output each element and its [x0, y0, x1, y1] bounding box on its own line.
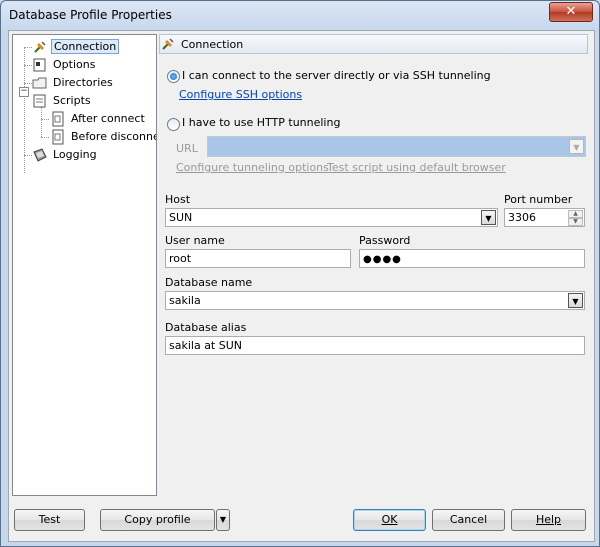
configure-ssh-link[interactable]: Configure SSH options — [179, 88, 302, 101]
tree-line — [41, 119, 49, 120]
username-label: User name — [165, 234, 225, 247]
url-label: URL — [176, 142, 198, 155]
port-value: 3306 — [508, 211, 536, 224]
chevron-down-icon[interactable]: ▼ — [481, 210, 496, 225]
host-combobox[interactable]: SUN ▼ — [165, 208, 498, 227]
radio-direct-label[interactable]: I can connect to the server directly or … — [182, 69, 491, 82]
copy-profile-button[interactable]: Copy profile — [100, 509, 215, 531]
connection-plug-icon — [32, 39, 48, 55]
dialog-window: Database Profile Properties ✕ Connection — [0, 0, 600, 547]
test-button[interactable]: Test — [14, 509, 85, 531]
alias-input[interactable]: sakila at SUN — [165, 336, 585, 355]
tree-item-label: Connection — [51, 39, 120, 54]
tree-line — [41, 137, 49, 138]
tree-item-connection[interactable]: Connection — [32, 38, 120, 55]
host-value: SUN — [169, 211, 193, 224]
help-button[interactable]: Help — [511, 509, 586, 531]
radio-http-label[interactable]: I have to use HTTP tunneling — [182, 116, 340, 129]
dialog-client: Connection Options Directories − Scripts — [8, 30, 595, 542]
radio-http-tunneling[interactable] — [167, 118, 180, 131]
script-file-icon — [50, 129, 66, 145]
tree-item-label: After connect — [71, 112, 145, 125]
chevron-down-icon: ▼ — [569, 139, 584, 154]
tree-item-label: Scripts — [53, 94, 91, 107]
tree-line — [24, 47, 32, 48]
connection-plug-icon — [160, 36, 176, 52]
tree-item-label: Before disconnect — [71, 130, 156, 143]
dbname-combobox[interactable]: sakila ▼ — [165, 291, 585, 310]
configure-tunneling-link: Configure tunneling options — [176, 161, 329, 174]
tree-item-label: Options — [53, 58, 96, 71]
port-spinner[interactable]: 3306 ▲ ▼ — [504, 208, 585, 227]
spin-down-icon[interactable]: ▼ — [568, 218, 583, 226]
tree-line — [41, 107, 42, 137]
ok-label: OK — [381, 513, 398, 526]
window-title: Database Profile Properties — [9, 8, 172, 22]
folder-icon — [32, 75, 48, 91]
tree-item-label: Directories — [53, 76, 113, 89]
test-script-link: Test script using default browser — [327, 161, 506, 174]
tree-line — [24, 83, 32, 84]
ok-button[interactable]: OK — [353, 509, 426, 531]
password-input[interactable]: ●●●● — [359, 249, 585, 268]
tree-item-options[interactable]: Options — [32, 56, 97, 73]
alias-value: sakila at SUN — [169, 339, 243, 352]
tree-item-scripts[interactable]: Scripts — [32, 92, 93, 109]
panel-title: Connection — [181, 37, 244, 51]
settings-tree[interactable]: Connection Options Directories − Scripts — [12, 34, 157, 496]
tree-line — [24, 65, 32, 66]
collapse-expander[interactable]: − — [19, 87, 29, 97]
connection-panel: Connection I can connect to the server d… — [159, 34, 590, 494]
dbname-label: Database name — [165, 276, 253, 289]
tree-item-logging[interactable]: Logging — [32, 146, 99, 163]
tree-item-after-connect[interactable]: After connect — [50, 110, 147, 127]
cancel-button[interactable]: Cancel — [432, 509, 505, 531]
options-icon — [32, 57, 48, 73]
copy-profile-dropdown-icon[interactable]: ▼ — [216, 509, 230, 531]
help-label: Help — [535, 513, 562, 526]
tree-item-before-disconnect[interactable]: Before disconnect — [50, 128, 156, 145]
close-button[interactable]: ✕ — [549, 2, 593, 22]
password-label: Password — [359, 234, 411, 247]
username-input[interactable]: root — [165, 249, 351, 268]
chevron-down-icon[interactable]: ▼ — [568, 293, 583, 308]
panel-header: Connection — [159, 34, 588, 54]
script-file-icon — [50, 111, 66, 127]
spin-up-icon[interactable]: ▲ — [568, 210, 583, 218]
port-label: Port number — [504, 193, 573, 206]
username-value: root — [169, 252, 192, 265]
radio-direct-connection[interactable] — [167, 70, 180, 83]
tree-item-label: Logging — [53, 148, 97, 161]
url-combobox: ▼ — [207, 136, 586, 157]
tree-line — [24, 155, 32, 156]
scripts-icon — [32, 93, 48, 109]
title-bar[interactable]: Database Profile Properties ✕ — [1, 1, 599, 30]
dbname-value: sakila — [169, 294, 201, 307]
password-value: ●●●● — [363, 254, 402, 265]
logging-icon — [32, 147, 48, 163]
tree-item-directories[interactable]: Directories — [32, 74, 115, 91]
host-label: Host — [165, 193, 191, 206]
alias-label: Database alias — [165, 321, 247, 334]
